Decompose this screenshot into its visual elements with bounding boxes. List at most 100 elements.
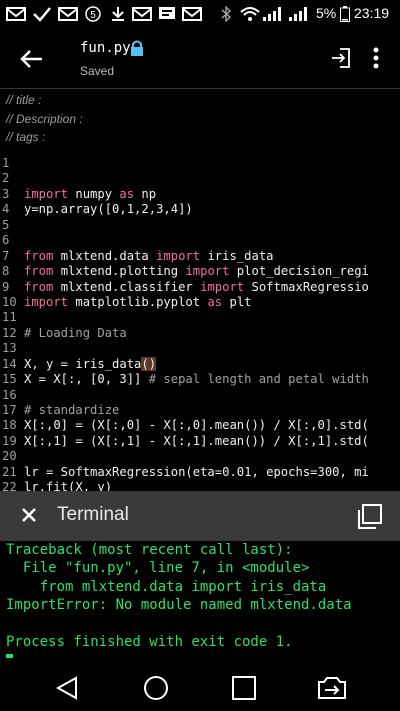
terminal-line: Process finished with exit code 1. <box>6 633 293 650</box>
navigation-bar <box>0 666 400 711</box>
terminal-header: Terminal <box>0 491 400 541</box>
signal-icon <box>289 7 307 21</box>
terminal-title: Terminal <box>57 504 129 525</box>
terminal-cursor <box>6 654 13 658</box>
code-line[interactable]: 19 X[:,1] = (X[:,1] - X[:,1].mean()) / X[… <box>0 434 400 449</box>
code-token: lr = SoftmaxRegression(eta=0.01, epochs=… <box>24 464 369 479</box>
code-keyword: import <box>24 186 69 201</box>
code-text: y=np.array([0,1,2,3,4]) <box>24 202 193 217</box>
code-text: from mlxtend.classifier import SoftmaxRe… <box>24 280 369 295</box>
line-number: 8 <box>2 264 10 279</box>
code-text: lr = SoftmaxRegression(eta=0.01, epochs=… <box>24 465 369 480</box>
arrow-left-icon[interactable] <box>16 44 46 74</box>
terminal-line: ImportError: No module named mlxtend.dat… <box>6 597 352 614</box>
mail-icon <box>132 7 152 21</box>
code-line[interactable]: 20 <box>0 449 400 464</box>
battery-percent: 5% <box>316 5 337 21</box>
circle-home-icon[interactable] <box>140 672 172 704</box>
export-icon[interactable] <box>330 46 352 70</box>
line-number: 20 <box>2 449 17 464</box>
line-number: 11 <box>2 310 17 325</box>
code-line[interactable]: 21 lr = SoftmaxRegression(eta=0.01, epoch… <box>0 465 400 480</box>
signal-icon <box>263 7 281 21</box>
copy-icon[interactable] <box>354 502 384 532</box>
code-line[interactable]: 5 <box>0 218 400 233</box>
code-token: np <box>134 186 157 201</box>
line-number: 14 <box>2 356 17 371</box>
code-line[interactable]: 8 from mlxtend.plotting import plot_decis… <box>0 264 400 279</box>
code-keyword: import <box>156 248 201 263</box>
file-metadata: // title : // Description : // tags : <box>6 91 83 147</box>
terminal-output[interactable]: Traceback (most recent call last): File … <box>0 541 400 666</box>
code-line[interactable]: 3 import numpy as np <box>0 187 400 202</box>
code-line[interactable]: 12 # Loading Data <box>0 326 400 341</box>
code-line[interactable]: 18 X[:,0] = (X[:,0] - X[:,0].mean()) / X[… <box>0 418 400 433</box>
code-line[interactable]: 7 from mlxtend.data import iris_data <box>0 249 400 264</box>
notification-count-icon: 5 <box>85 6 101 22</box>
code-comment: # Loading Data <box>24 325 127 340</box>
close-icon[interactable] <box>20 506 38 524</box>
triangle-back-icon[interactable] <box>52 672 84 704</box>
code-line[interactable]: 10 import matplotlib.pyplot as plt <box>0 295 400 310</box>
meta-title[interactable]: // title : <box>6 91 83 110</box>
code-keyword: as <box>119 186 135 201</box>
line-number: 13 <box>2 341 17 356</box>
lock-icon <box>131 40 143 56</box>
code-text: X[:,0] = (X[:,0] - X[:,0].mean()) / X[:,… <box>24 418 369 433</box>
code-token: numpy <box>68 186 120 201</box>
square-recents-icon[interactable] <box>228 672 260 704</box>
code-line[interactable]: 16 <box>0 388 400 403</box>
svg-text:5: 5 <box>90 10 96 21</box>
battery-icon <box>340 6 350 22</box>
save-status: Saved <box>80 64 115 78</box>
code-keyword: import <box>200 279 245 294</box>
code-line[interactable]: 2 <box>0 171 400 186</box>
download-icon <box>112 7 124 21</box>
code-line[interactable]: 14 X, y = iris_data() <box>0 356 400 372</box>
code-keyword: import <box>24 294 69 309</box>
code-line[interactable]: 6 <box>0 233 400 248</box>
line-number: 22 <box>2 480 17 491</box>
code-line[interactable]: 13 <box>0 341 400 356</box>
code-keyword: as <box>207 294 223 309</box>
line-number: 6 <box>2 233 10 248</box>
mail-icon <box>182 7 202 21</box>
code-text: X[:,1] = (X[:,1] - X[:,1].mean()) / X[:,… <box>24 434 369 449</box>
mail-icon <box>6 7 26 21</box>
line-number: 10 <box>2 294 17 309</box>
status-bar: 5 5% 23:19 <box>0 0 400 28</box>
line-number: 12 <box>2 325 17 340</box>
wifi-icon <box>240 7 260 21</box>
more-vertical-icon[interactable] <box>366 46 386 70</box>
code-comment: # sepal length and petal width <box>148 372 369 387</box>
line-number: 15 <box>2 372 17 387</box>
line-number: 16 <box>2 387 17 402</box>
code-token: X[:,0] = (X[:,0] - X[:,0].mean()) / X[:,… <box>24 418 369 433</box>
line-number: 4 <box>2 202 10 217</box>
code-text: # Loading Data <box>24 326 127 341</box>
meta-description[interactable]: // Description : <box>6 110 83 129</box>
code-token: mlxtend.data <box>53 248 157 263</box>
code-line[interactable]: 4 y=np.array([0,1,2,3,4]) <box>0 202 400 217</box>
code-line[interactable]: 15 X = X[:, [0, 3]] # sepal length and pe… <box>0 372 400 387</box>
file-name: fun.py <box>80 40 131 56</box>
code-text: X, y = iris_data() <box>24 356 157 372</box>
code-line[interactable]: 9 from mlxtend.classifier import SoftmaxR… <box>0 280 400 295</box>
code-line[interactable]: 22 lr.fit(X, y) <box>0 480 400 491</box>
clock: 23:19 <box>354 5 390 21</box>
code-token: X = X[:, [0, 3]] <box>24 372 149 387</box>
code-keyword: import <box>185 264 230 279</box>
screen-switch-icon[interactable] <box>316 672 348 704</box>
code-editor[interactable]: 1 2 3 import numpy as np 4 y=np.array([0,1,2,… <box>0 156 400 491</box>
code-keyword: from <box>24 279 54 294</box>
code-line[interactable]: 1 <box>0 156 400 171</box>
code-line[interactable]: 17 # standardize <box>0 403 400 418</box>
divider <box>0 88 400 89</box>
code-line[interactable]: 11 <box>0 310 400 325</box>
code-text: import matplotlib.pyplot as plt <box>24 295 252 310</box>
line-number: 2 <box>2 171 10 186</box>
bluetooth-icon <box>221 6 232 22</box>
meta-tags[interactable]: // tags : <box>6 128 83 147</box>
terminal-line: from mlxtend.data import iris_data <box>6 578 327 595</box>
